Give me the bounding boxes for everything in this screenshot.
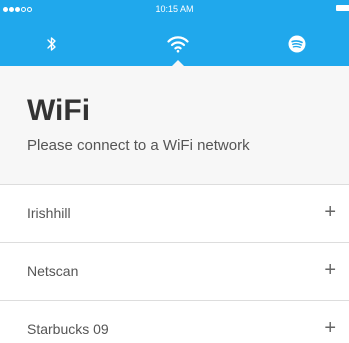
network-name: Starbucks 09 xyxy=(27,321,109,337)
tab-spotify[interactable] xyxy=(277,30,317,58)
network-name: Netscan xyxy=(27,263,79,279)
wifi-screen: 10:15 AM WiFi Please connect to a WiFi n… xyxy=(0,0,349,343)
plus-icon[interactable]: + xyxy=(324,201,336,223)
network-list: Irishhill + Netscan + Starbucks 09 + xyxy=(0,185,349,343)
wifi-icon xyxy=(167,36,189,53)
page-subtitle: Please connect to a WiFi network xyxy=(27,137,250,154)
spotify-icon xyxy=(288,35,306,53)
network-item[interactable]: Irishhill + xyxy=(0,185,349,243)
plus-icon[interactable]: + xyxy=(324,317,336,339)
plus-icon[interactable]: + xyxy=(324,259,336,281)
status-time: 10:15 AM xyxy=(155,4,194,14)
page-title: WiFi xyxy=(27,94,91,127)
battery-icon xyxy=(336,5,349,11)
network-item[interactable]: Starbucks 09 + xyxy=(0,301,349,343)
bluetooth-icon xyxy=(47,37,56,51)
tab-wifi[interactable] xyxy=(158,30,198,58)
network-item[interactable]: Netscan + xyxy=(0,243,349,301)
top-bar: 10:15 AM xyxy=(0,0,349,67)
tab-bluetooth[interactable] xyxy=(32,30,72,58)
network-name: Irishhill xyxy=(27,205,71,221)
